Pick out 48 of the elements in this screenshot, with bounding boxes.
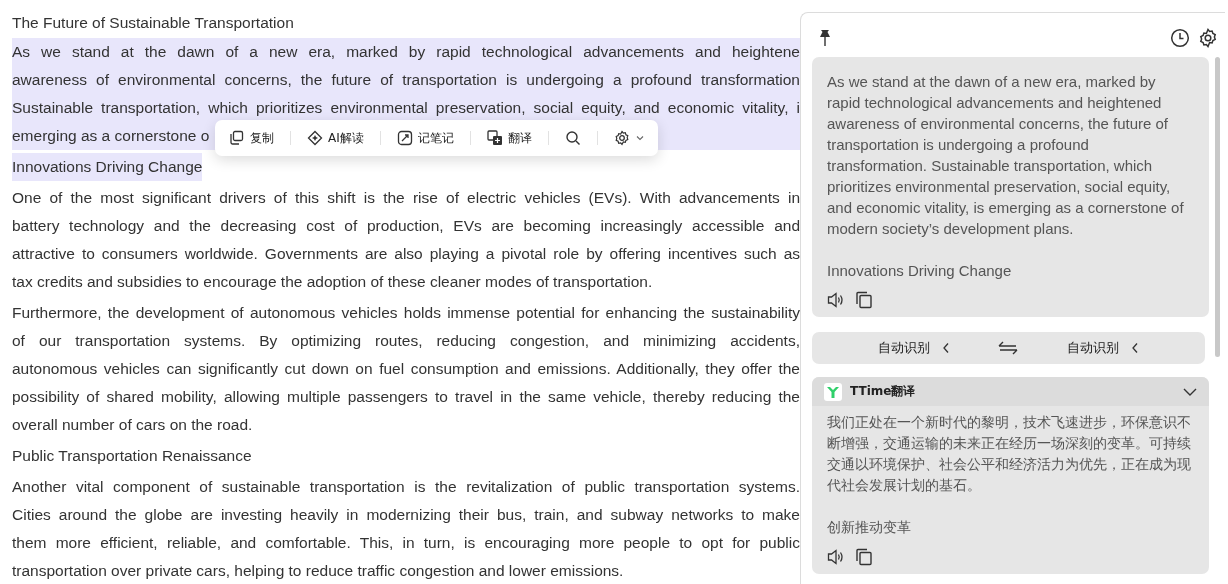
text-line: tax credits and subsidies to encourage the adoption of these cleaner modes of transportation.: [12, 272, 654, 292]
text-line: of our transportation systems. By optimizing routes, reducing congestion, and minimizing accidents,: [12, 331, 800, 351]
section-heading: Innovations Driving Change: [12, 153, 203, 181]
section-heading: Public Transportation Renaissance: [12, 446, 252, 466]
text-line: One of the most significant drivers of this shift is the rise of electric vehicles (EVs). With advancements in: [12, 188, 800, 208]
note-button[interactable]: 记笔记: [390, 125, 460, 151]
pen-square-icon: [396, 130, 413, 146]
text-line: autonomous vehicles can significantly cut down on fuel consumption and emissions. Additionally, they offer the: [12, 359, 800, 379]
text-line: them more efficient, reliable, and comfortable. This, in turn, is encouraging more people to opt for public: [12, 533, 800, 553]
search-icon: [564, 130, 581, 146]
chevron-left-icon: [1130, 342, 1139, 354]
text-line: Another vital component of sustainable transportation is the revitalization of public transportation systems.: [12, 477, 800, 497]
text-line: battery technology and the decreasing cost of production, EVs are becoming increasingly accessible and: [12, 216, 800, 236]
caret-icon: [635, 135, 644, 141]
text-line: overall number of cars on the road.: [12, 415, 254, 435]
text-line: Cities around the globe are investing heavily in modernizing their bus, train, and subway networks to make: [12, 505, 800, 525]
pin-icon[interactable]: [817, 29, 833, 47]
copy-button[interactable]: 复制: [223, 125, 280, 151]
logo-icon: [824, 382, 842, 401]
translated-text: 我们正处在一个新时代的黎明，技术飞速进步，环保意识不断增强，交通运输的未来正在经历一场深刻的变革。可持续交通以环境保护、社会公平和经济活力为优先，正在成为现代社会发展计划的基石。: [827, 413, 1191, 495]
chevron-icon[interactable]: [1183, 386, 1197, 397]
swap-icon[interactable]: [998, 341, 1019, 355]
translate-button[interactable]: 翻译: [480, 125, 538, 151]
translate-icon: [486, 130, 503, 146]
ai-button[interactable]: AI解读: [301, 125, 370, 151]
translated-heading: 创新推动变革: [827, 518, 912, 537]
copy-icon[interactable]: [855, 548, 873, 566]
text-line: possibility of shared mobility, allowing multiple passengers to travel in the same vehicle, thereby reducing the: [12, 387, 800, 407]
copy-icon: [229, 130, 245, 146]
scrollbar[interactable]: [1215, 57, 1220, 357]
sparkle-icon: [307, 130, 323, 146]
language-selector[interactable]: 自动识别: [874, 337, 955, 359]
result-header[interactable]: TTime翻译: [812, 377, 1209, 406]
text-line: transportation over private cars, helping to reduce traffic congestion and lower emissions.: [12, 561, 625, 581]
service-name: TTime翻译: [850, 383, 917, 400]
speaker-icon[interactable]: [827, 548, 845, 566]
copy-icon[interactable]: [855, 291, 873, 309]
text-line: Furthermore, the development of autonomous vehicles holds immense potential for enhancing the sustainability: [12, 303, 800, 323]
history-icon[interactable]: [1170, 28, 1190, 48]
language-selector[interactable]: 自动识别: [1062, 337, 1143, 359]
text-line: attractive to consumers worldwide. Governments are also playing a pivotal role by offering incentives such as: [12, 244, 800, 264]
chevron-left-icon: [942, 342, 951, 354]
source-text: As we stand at the dawn of a new era, marked by rapid technological advancements and heightened awareness of environmental concerns, the future of transportation is undergoing a profound transformation. Sustainable transportation, which prioritizes environmental preservation, social equity, and economic vitality, is emerging as a cornerstone of modern society’s development plans.: [827, 72, 1185, 239]
settings-icon[interactable]: [1198, 28, 1218, 48]
settings-icon: [613, 130, 630, 146]
speaker-icon[interactable]: [827, 291, 845, 309]
section-heading: The Future of Sustainable Transportation: [12, 13, 294, 33]
source-heading: Innovations Driving Change: [827, 261, 1013, 281]
